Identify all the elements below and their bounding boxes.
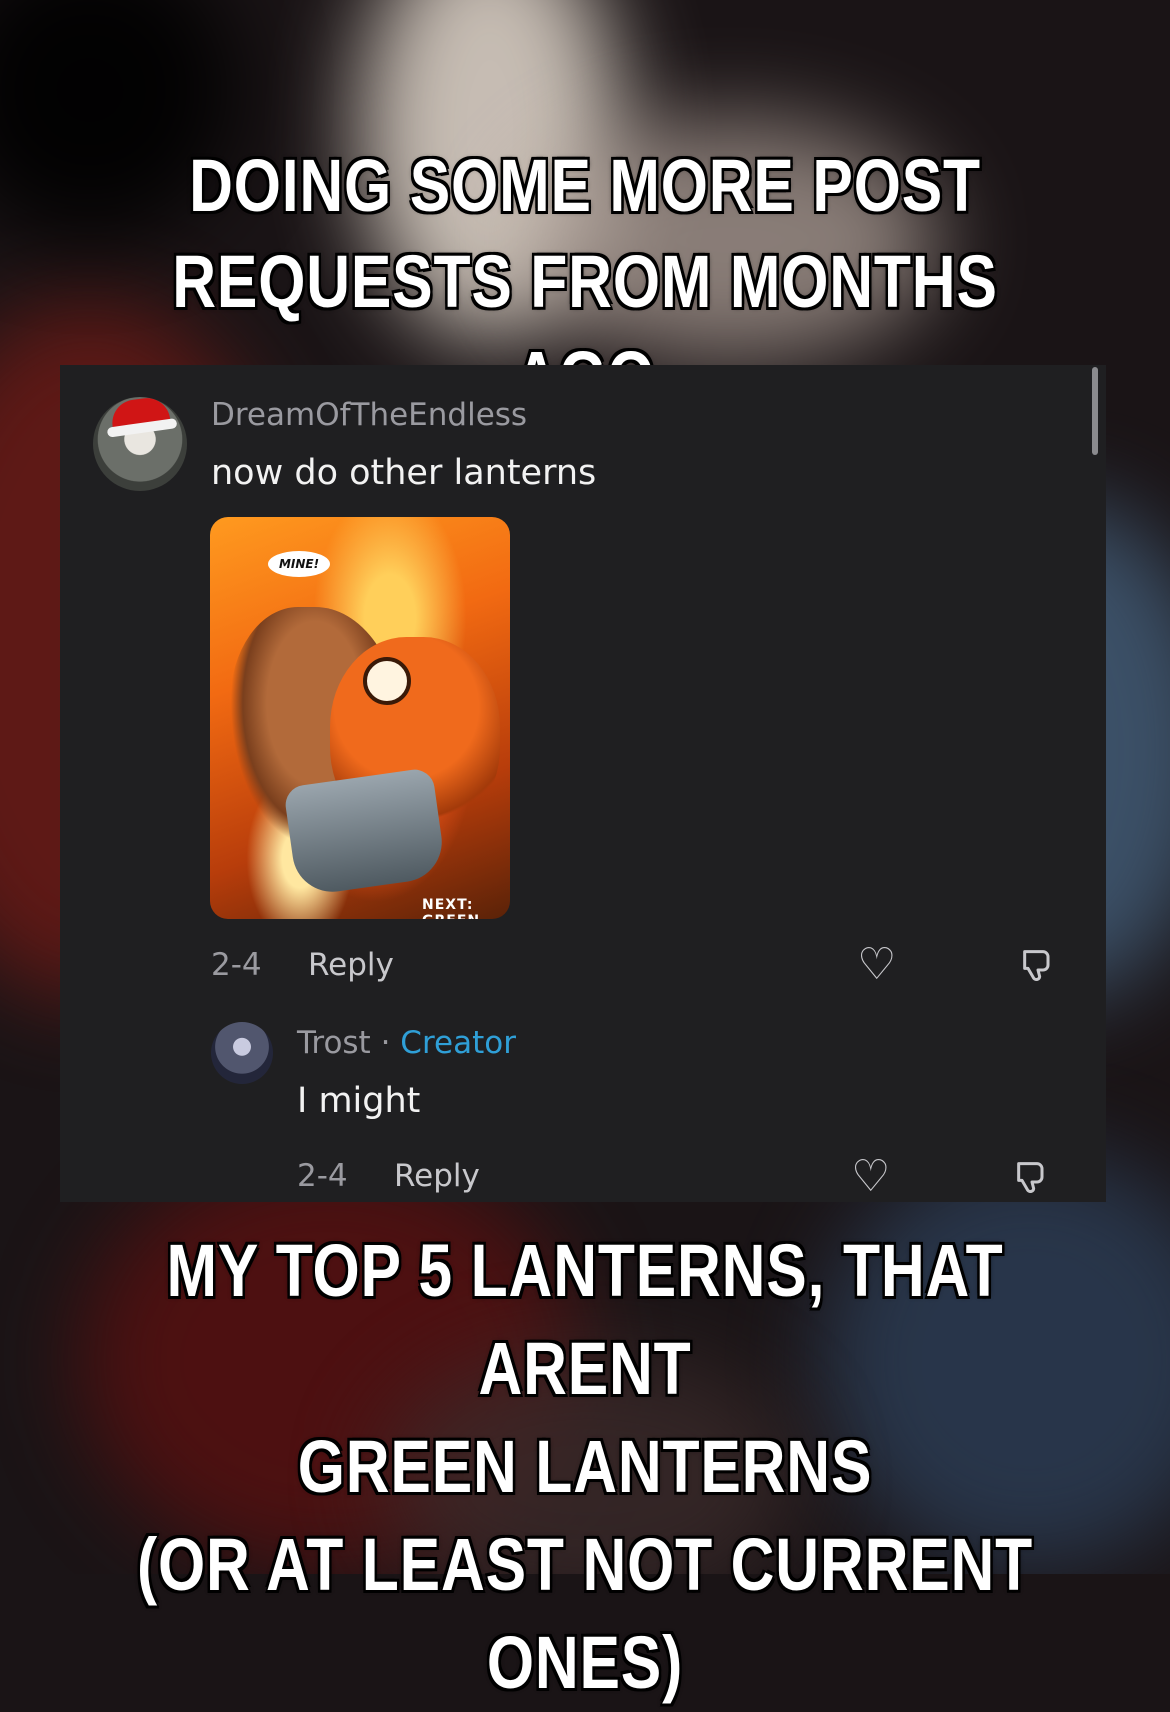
santa-hat-icon — [109, 397, 171, 431]
avatar[interactable] — [93, 397, 187, 491]
comic-footer-text: NEXT: GREEN — [422, 897, 479, 919]
bottom-caption: My top 5 lanterns, that arent green lant… — [105, 1222, 1064, 1712]
bottom-caption-line: green lanterns — [297, 1424, 873, 1510]
comment-text: now do other lanterns — [211, 453, 597, 493]
heart-outline-icon[interactable]: ♡ — [857, 943, 896, 987]
speech-bubble: MINE! — [268, 551, 330, 577]
comment-username[interactable]: DreamOfTheEndless — [211, 397, 527, 433]
reply-button[interactable]: Reply — [308, 947, 394, 983]
heart-outline-icon[interactable]: ♡ — [851, 1155, 890, 1199]
bottom-caption-line: (or at least not current ones) — [136, 1522, 1034, 1706]
thumbs-down-icon[interactable] — [1012, 1157, 1052, 1197]
creator-badge: Creator — [400, 1025, 516, 1061]
bottom-caption-line: My top 5 lanterns, that arent — [165, 1228, 1004, 1412]
comic-armor — [283, 767, 447, 897]
comment-date: 2-4 — [211, 947, 262, 983]
lantern-emblem-icon — [363, 657, 411, 705]
reply-button[interactable]: Reply — [394, 1158, 480, 1194]
scrollbar[interactable] — [1092, 367, 1098, 455]
avatar[interactable] — [211, 1022, 273, 1084]
reply-username-line: Trost · Creator — [297, 1025, 516, 1061]
reply-text: I might — [297, 1081, 421, 1121]
comment-image[interactable]: MINE! NEXT: GREEN — [210, 517, 510, 919]
thumbs-down-icon[interactable] — [1018, 945, 1058, 985]
top-caption-line: Doing some more post — [188, 143, 981, 229]
comment-card: DreamOfTheEndless now do other lanterns … — [60, 365, 1106, 1202]
reply-date: 2-4 — [297, 1158, 348, 1194]
separator: · — [380, 1025, 391, 1061]
reply-username[interactable]: Trost — [297, 1025, 371, 1061]
